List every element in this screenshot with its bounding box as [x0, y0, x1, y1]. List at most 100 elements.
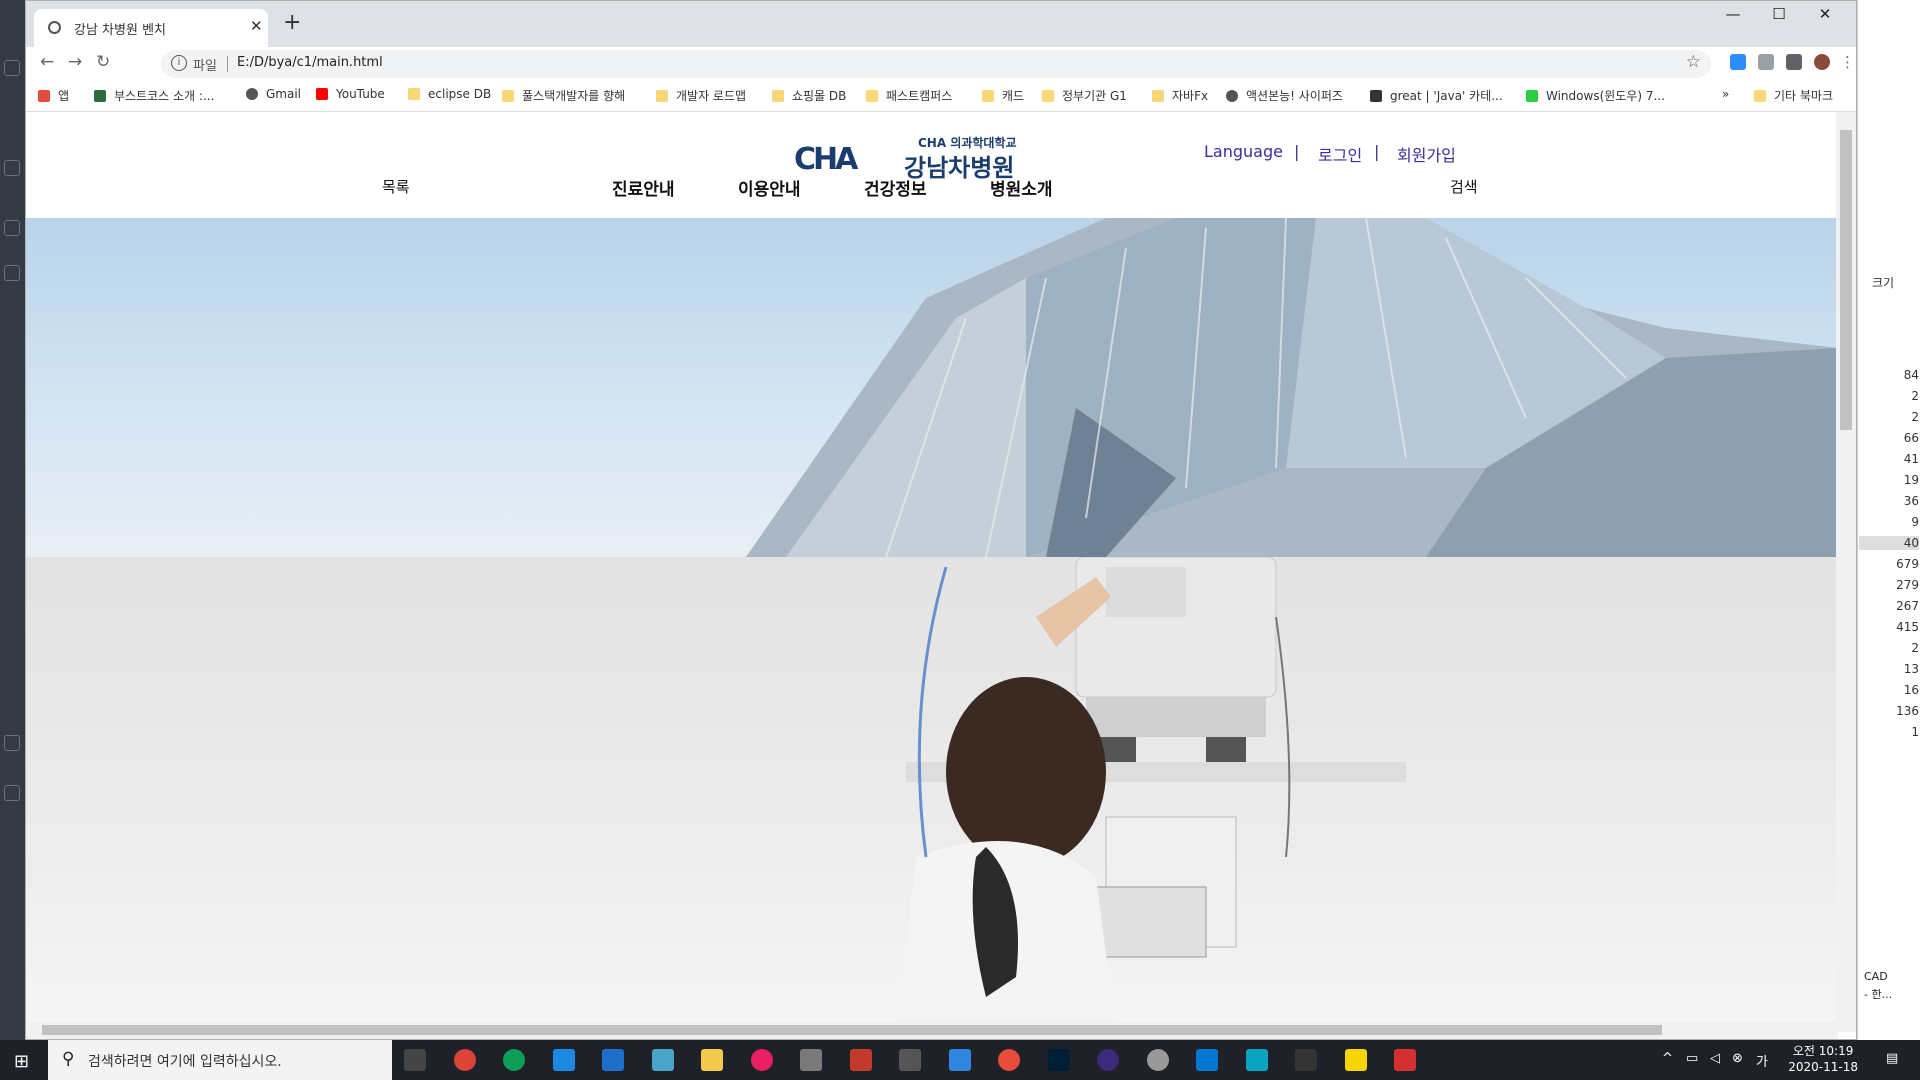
back-arrow-icon[interactable]: ← — [40, 52, 54, 72]
size-value: 2 — [1911, 389, 1919, 403]
app-icon[interactable] — [1147, 1049, 1169, 1071]
bookmark-item[interactable]: 캐드 — [982, 87, 1024, 104]
kakaotalk-icon[interactable] — [1345, 1049, 1367, 1071]
bookmark-label: 자바Fx — [1172, 89, 1209, 103]
login-link[interactable]: 로그인 — [1318, 142, 1362, 166]
size-value: 66 — [1903, 431, 1919, 445]
size-value: 267 — [1896, 599, 1919, 613]
antivirus-icon[interactable]: ⊗ — [1732, 1051, 1743, 1066]
edge-icon[interactable] — [553, 1049, 575, 1071]
bookmark-item[interactable]: Gmail — [246, 87, 301, 101]
app-icon[interactable] — [998, 1049, 1020, 1071]
info-icon[interactable]: i — [171, 55, 187, 71]
menu-list-link[interactable]: 목록 — [382, 176, 410, 197]
bookmark-item[interactable]: 풀스택개발자를 향해 — [502, 87, 625, 104]
address-url[interactable]: E:/D/bya/c1/main.html — [237, 55, 383, 70]
gear-icon[interactable] — [4, 785, 20, 801]
language-link[interactable]: Language — [1204, 142, 1283, 161]
eclipse-icon[interactable] — [1097, 1049, 1119, 1071]
taskbar: ⊞ ⚲ 검색하려면 여기에 입력하십시오. ^ ▭ ◁ ⊗ 가 오전 10:19 — [0, 1040, 1920, 1080]
bookmark-item[interactable]: 패스트캠퍼스 — [866, 87, 952, 104]
signup-link[interactable]: 회원가입 — [1397, 142, 1456, 166]
avatar[interactable] — [1814, 54, 1830, 70]
size-value: 19 — [1903, 473, 1919, 487]
other-bookmarks[interactable]: 기타 북마크 — [1754, 87, 1833, 104]
new-tab-button[interactable]: + — [283, 10, 301, 35]
puzzle-icon[interactable] — [1786, 54, 1802, 70]
volume-icon[interactable]: ◁ — [1710, 1051, 1720, 1066]
account-icon[interactable] — [4, 735, 20, 751]
tab-close-icon[interactable]: ✕ — [250, 17, 263, 35]
mail-icon[interactable] — [602, 1049, 624, 1071]
windows-start-icon[interactable]: ⊞ — [14, 1051, 29, 1072]
close-button[interactable]: ✕ — [1802, 5, 1848, 23]
bookmark-item[interactable]: 부스트코스 소개 :... — [94, 87, 214, 104]
nav-item-health[interactable]: 건강정보 — [864, 175, 927, 200]
extension-icon[interactable] — [1758, 54, 1774, 70]
size-value: 41 — [1903, 452, 1919, 466]
scrollbar-thumb[interactable] — [1840, 130, 1852, 430]
photoshop-icon[interactable] — [1048, 1049, 1070, 1071]
cube-3d-icon[interactable] — [800, 1049, 822, 1071]
bookmark-item[interactable]: 정부기관 G1 — [1042, 87, 1127, 104]
ssd-icon[interactable] — [1295, 1049, 1317, 1071]
nav-item-usage[interactable]: 이용안내 — [738, 175, 801, 200]
browser-tab[interactable]: 강남 차병원 벤치 ✕ — [34, 9, 268, 47]
notification-icon[interactable]: ▤ — [1886, 1051, 1898, 1066]
search-link[interactable]: 검색 — [1450, 176, 1478, 197]
address-scheme-label: 파일 — [193, 59, 217, 74]
menu-dots-icon[interactable]: ⋮ — [1840, 53, 1855, 71]
bookmark-item[interactable]: 자바Fx — [1152, 87, 1208, 104]
bookmark-star-icon[interactable]: ☆ — [1686, 52, 1701, 72]
forward-arrow-icon[interactable]: → — [68, 52, 82, 72]
scrollbar-thumb[interactable] — [42, 1025, 1662, 1035]
app-icon[interactable] — [1246, 1049, 1268, 1071]
bookmark-item[interactable]: 쇼핑몰 DB — [772, 87, 846, 104]
horizontal-scrollbar[interactable] — [26, 1021, 1838, 1039]
extensions-icon[interactable] — [4, 265, 20, 281]
zoom-extension-icon[interactable] — [1730, 54, 1746, 70]
folder-icon — [1152, 90, 1164, 102]
site-logo[interactable]: CHA CHA 의과학대학교 강남차병원 — [794, 134, 1054, 182]
source-control-icon[interactable] — [4, 220, 20, 236]
vscode-icon[interactable] — [1196, 1049, 1218, 1071]
store-icon[interactable] — [949, 1049, 971, 1071]
search-icon[interactable] — [4, 160, 20, 176]
desktop: 강남 차병원 벤치 ✕ + — ☐ ✕ ← → ↻ i 파일 E:/D/bya/… — [0, 0, 1920, 1080]
notepad-icon[interactable] — [652, 1049, 674, 1071]
chrome-icon[interactable] — [454, 1049, 476, 1071]
bookmark-item[interactable]: eclipse DB — [408, 87, 491, 101]
nav-item-about[interactable]: 병원소개 — [990, 175, 1053, 200]
cad-app-label: CAD — [1864, 970, 1888, 983]
ime-icon[interactable]: 가 — [1756, 1051, 1768, 1070]
minimize-button[interactable]: — — [1710, 5, 1756, 23]
bookmark-item[interactable]: YouTube — [316, 87, 385, 101]
maximize-button[interactable]: ☐ — [1756, 5, 1802, 23]
file-explorer-icon[interactable] — [701, 1049, 723, 1071]
bookmarks-overflow-button[interactable]: » — [1722, 87, 1729, 101]
taskbar-search[interactable]: ⚲ 검색하려면 여기에 입력하십시오. — [48, 1040, 392, 1080]
itunes-icon[interactable] — [751, 1049, 773, 1071]
reload-icon[interactable]: ↻ — [96, 52, 110, 72]
bookmark-item[interactable]: Windows(윈도우) 7... — [1526, 87, 1665, 104]
task-view-icon[interactable] — [404, 1049, 426, 1071]
bookmark-item[interactable]: 개발자 로드맵 — [656, 87, 746, 104]
vertical-scrollbar[interactable] — [1836, 112, 1856, 1032]
size-value: 279 — [1896, 578, 1919, 592]
bookmark-item[interactable]: 액션본능! 사이퍼즈 — [1226, 87, 1343, 104]
bookmark-item[interactable]: 앱 — [38, 87, 69, 104]
taskbar-clock[interactable]: 오전 10:19 2020-11-18 — [1788, 1043, 1858, 1075]
bookmark-item[interactable]: great | 'Java' 카테... — [1370, 87, 1503, 104]
network-icon[interactable]: ▭ — [1686, 1051, 1698, 1066]
chrome-icon[interactable] — [503, 1049, 525, 1071]
explorer-icon[interactable] — [4, 60, 20, 76]
app-icon[interactable] — [1394, 1049, 1416, 1071]
chevron-up-icon[interactable]: ^ — [1662, 1051, 1673, 1066]
inkscape-icon[interactable] — [899, 1049, 921, 1071]
bookmark-label: 개발자 로드맵 — [676, 89, 747, 103]
folder-icon — [656, 90, 668, 102]
size-value: 13 — [1903, 662, 1919, 676]
address-bar[interactable]: i 파일 E:/D/bya/c1/main.html ☆ — [161, 50, 1711, 78]
winrar-icon[interactable] — [850, 1049, 872, 1071]
nav-item-care[interactable]: 진료안내 — [612, 175, 675, 200]
